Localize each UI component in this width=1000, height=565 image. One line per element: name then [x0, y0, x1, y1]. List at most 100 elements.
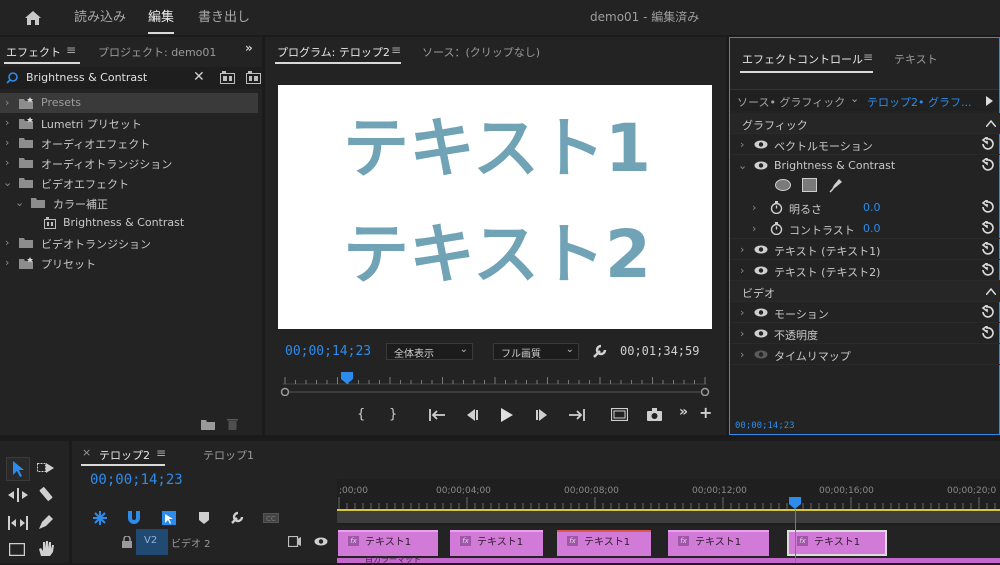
tab-project[interactable]: プロジェクト: demo01 — [98, 44, 216, 60]
eye-icon[interactable] — [754, 329, 768, 338]
track-select-icon[interactable] — [37, 461, 55, 475]
hand-tool-icon[interactable] — [38, 540, 54, 557]
eye-icon[interactable] — [754, 308, 768, 317]
reset-icon[interactable] — [980, 137, 994, 151]
eye-icon[interactable] — [754, 140, 768, 149]
playhead-timecode[interactable]: 00;00;14;23 — [285, 344, 371, 359]
tab-menu-icon[interactable]: ≡ — [863, 50, 873, 64]
tree-item-audio-transitions[interactable]: › オーディオトランジション — [0, 153, 258, 173]
snap-magnet-icon[interactable] — [127, 511, 141, 525]
lock-icon[interactable] — [122, 536, 132, 548]
tree-item-color-correction[interactable]: ⌄ カラー補正 — [0, 193, 258, 213]
stopwatch-icon[interactable] — [770, 201, 783, 214]
mark-in-button[interactable]: { — [357, 407, 365, 422]
collapse-icon[interactable] — [986, 119, 996, 127]
menu-export[interactable]: 書き出し — [198, 0, 250, 35]
eye-icon[interactable] — [754, 245, 768, 254]
chevron-right-icon[interactable]: › — [740, 138, 744, 151]
tab-menu-icon[interactable]: ≡ — [156, 446, 166, 460]
chevron-right-icon[interactable]: › — [740, 264, 744, 277]
ripple-edit-icon[interactable] — [8, 488, 28, 502]
reset-icon[interactable] — [980, 305, 994, 319]
selection-tool[interactable] — [6, 457, 30, 481]
effect-brightness-contrast[interactable]: ⌄ Brightness & Contrast — [730, 155, 1000, 176]
track-target-v2[interactable]: V2 — [136, 529, 168, 555]
go-to-in-icon[interactable] — [429, 409, 445, 421]
razor-icon[interactable] — [38, 486, 54, 502]
tab-sequence-other[interactable]: テロップ1 — [203, 447, 254, 463]
tab-text[interactable]: テキスト — [894, 51, 938, 67]
nest-toggle-icon[interactable] — [93, 511, 107, 525]
overflow-icon[interactable]: » — [679, 404, 688, 420]
chevron-right-icon[interactable]: › — [740, 348, 744, 361]
play-triangle-icon[interactable] — [986, 96, 993, 106]
go-to-out-icon[interactable] — [569, 409, 585, 421]
add-button-icon[interactable]: + — [699, 403, 712, 422]
param-value[interactable]: 0.0 — [863, 222, 881, 235]
safe-margins-icon[interactable] — [611, 408, 628, 421]
rectangle-mask-icon[interactable] — [802, 178, 817, 192]
chevron-right-icon[interactable]: › — [740, 306, 744, 319]
slip-icon[interactable] — [8, 516, 28, 530]
effect-motion[interactable]: › モーション — [730, 302, 1000, 323]
param-brightness[interactable]: › 明るさ 0.0 — [730, 197, 1000, 218]
quality-select[interactable]: フル画質 ⌄ — [493, 343, 579, 360]
trash-icon[interactable] — [227, 417, 238, 430]
tree-item-presets[interactable]: › Presets — [0, 93, 258, 113]
reset-icon[interactable] — [980, 221, 994, 235]
chevron-right-icon[interactable]: › — [740, 243, 744, 256]
reset-icon[interactable] — [980, 158, 994, 172]
effect-opacity[interactable]: › 不透明度 — [730, 323, 1000, 344]
accelerated-effects-icon[interactable] — [220, 71, 235, 84]
step-forward-icon[interactable] — [536, 409, 549, 421]
home-icon[interactable] — [24, 10, 42, 26]
timeline-clip[interactable]: fx テキスト1 — [668, 530, 769, 556]
search-input[interactable]: Brightness & Contrast — [26, 71, 147, 84]
timeline-settings-icon[interactable] — [230, 511, 244, 525]
collapse-icon[interactable] — [986, 287, 996, 295]
pen-tool-icon[interactable] — [38, 514, 54, 530]
tree-item-video-effects[interactable]: ⌄ ビデオエフェクト — [0, 173, 258, 193]
timeline-ruler[interactable]: ;00;00 00;00;04;00 00;00;08;00 00;00;12;… — [337, 479, 1000, 525]
camera-icon[interactable] — [647, 408, 662, 421]
new-bin-icon[interactable] — [201, 419, 215, 430]
stopwatch-icon[interactable] — [770, 222, 783, 235]
tab-sequence-active[interactable]: テロップ2 — [99, 447, 150, 463]
tree-item-video-transitions[interactable]: › ビデオトランジション — [0, 233, 258, 253]
tree-item-lumetri-presets[interactable]: › Lumetri プリセット — [0, 113, 258, 133]
tab-effects[interactable]: エフェクト — [6, 44, 61, 60]
tab-menu-icon[interactable]: ≡ — [66, 43, 76, 57]
ellipse-mask-icon[interactable] — [775, 179, 791, 191]
sync-lock-icon[interactable] — [288, 536, 301, 547]
reset-icon[interactable] — [980, 200, 994, 214]
eye-icon[interactable] — [754, 161, 768, 170]
clear-search-icon[interactable]: ✕ — [193, 69, 205, 85]
chevron-right-icon[interactable]: › — [752, 222, 756, 235]
wrench-icon[interactable] — [592, 344, 607, 359]
eye-icon[interactable] — [754, 266, 768, 275]
timeline-clip[interactable]: fx テキスト1 — [450, 530, 543, 556]
linked-selection-icon[interactable] — [161, 510, 177, 526]
playhead-marker[interactable] — [341, 372, 354, 384]
effect-time-remap[interactable]: › タイムリマップ — [730, 344, 1000, 365]
step-back-icon[interactable] — [465, 409, 478, 421]
menu-edit[interactable]: 編集 — [148, 0, 174, 35]
chevron-right-icon[interactable]: › — [5, 156, 9, 169]
effect-text-1[interactable]: › テキスト (テキスト1) — [730, 239, 1000, 260]
captions-icon[interactable]: CC — [263, 513, 279, 523]
chevron-right-icon[interactable]: › — [5, 96, 9, 109]
close-tab-icon[interactable]: × — [82, 446, 91, 459]
effect-text-2[interactable]: › テキスト (テキスト2) — [730, 260, 1000, 281]
chevron-right-icon[interactable]: › — [5, 116, 9, 129]
time-ruler[interactable] — [279, 372, 711, 396]
timeline-clip[interactable]: fx テキスト1 — [338, 530, 438, 556]
track-eye-icon[interactable] — [314, 537, 328, 546]
chevron-right-icon[interactable]: › — [5, 136, 9, 149]
reset-icon[interactable] — [980, 326, 994, 340]
tree-item-brightness-contrast[interactable]: Brightness & Contrast — [0, 213, 258, 233]
pen-mask-icon[interactable] — [829, 177, 844, 193]
timeline-clip-selected[interactable]: fx テキスト1 — [787, 530, 887, 556]
rectangle-tool-icon[interactable] — [9, 543, 25, 556]
chevron-right-icon[interactable]: › — [752, 201, 756, 214]
chevron-right-icon[interactable]: › — [740, 327, 744, 340]
